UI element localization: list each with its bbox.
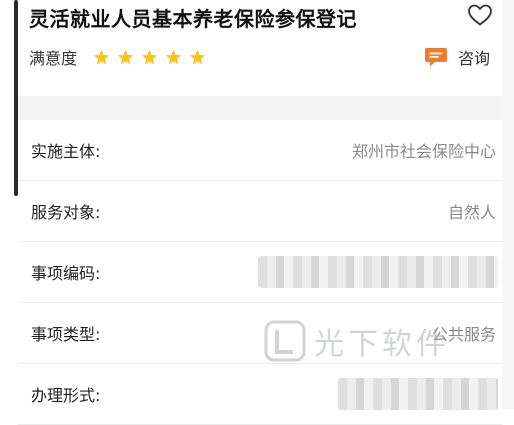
section-separator: [18, 96, 502, 120]
detail-value: 自然人: [447, 203, 496, 222]
rating-label: 满意度: [29, 49, 78, 68]
detail-row-implementing-body: 实施主体: 郑州市社会保险中心: [18, 120, 502, 181]
redacted-value: [338, 378, 498, 410]
satisfaction-rating: 满意度: [29, 44, 213, 70]
redacted-value: [258, 256, 498, 288]
detail-label: 事项类型:: [31, 325, 101, 344]
detail-value: 郑州市社会保险中心: [351, 142, 496, 161]
star-icon: [141, 49, 158, 64]
detail-row-item-code: 事项编码:: [18, 242, 502, 303]
detail-label: 实施主体:: [31, 142, 101, 161]
chat-bubble-icon: [425, 48, 447, 67]
details-list: 实施主体: 郑州市社会保险中心 服务对象: 自然人 事项编码: 事项类型: 公共…: [18, 120, 502, 425]
detail-label: 事项编码:: [31, 264, 101, 283]
detail-label: 办理形式:: [31, 386, 101, 405]
watermark-text: 光下软件: [314, 327, 450, 362]
watermark-logo-icon: [264, 320, 306, 362]
consult-label: 咨询: [458, 49, 491, 68]
detail-label: 服务对象:: [31, 203, 101, 222]
consult-button[interactable]: 咨询: [424, 44, 490, 70]
service-header: 灵活就业人员基本养老保险参保登记 满意度 咨询: [0, 0, 502, 96]
watermark: 光下软件: [262, 318, 450, 364]
detail-row-handling-form: 办理形式:: [18, 364, 502, 425]
heart-outline-icon[interactable]: [467, 3, 493, 27]
page-title: 灵活就业人员基本养老保险参保登记: [29, 7, 357, 31]
rating-stars: [93, 49, 213, 66]
star-icon: [165, 49, 182, 64]
star-icon: [93, 49, 110, 64]
page-edge: [502, 0, 514, 409]
star-icon: [117, 49, 134, 64]
star-icon: [189, 49, 206, 64]
detail-row-service-target: 服务对象: 自然人: [18, 181, 502, 242]
